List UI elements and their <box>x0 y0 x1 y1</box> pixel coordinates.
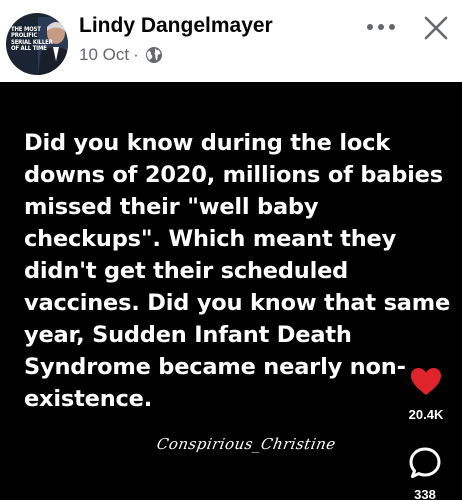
more-options-icon <box>367 24 395 30</box>
signature: Conspirious_Christine <box>155 435 338 453</box>
heart-icon <box>411 368 441 395</box>
post-date[interactable]: 10 Oct <box>79 45 129 65</box>
comment-count: 338 <box>414 487 436 500</box>
like-button[interactable] <box>410 366 442 398</box>
meta-separator: · <box>133 45 139 64</box>
close-button[interactable] <box>418 10 454 46</box>
comment-icon <box>409 447 441 478</box>
like-count: 20.4K <box>408 407 444 422</box>
globe-icon[interactable] <box>145 46 163 64</box>
post-meta: 10 Oct · <box>79 45 163 65</box>
avatar-caption: THE MOST PROLIFIC SERIAL KILLER OF ALL T… <box>11 26 53 53</box>
avatar[interactable]: THE MOST PROLIFIC SERIAL KILLER OF ALL T… <box>6 13 68 75</box>
post-text: Did you know during the lock downs of 20… <box>24 130 451 412</box>
comment-button[interactable] <box>408 446 442 480</box>
author-name[interactable]: Lindy Dangelmayer <box>79 14 273 38</box>
more-options-button[interactable] <box>362 12 400 42</box>
post-header: THE MOST PROLIFIC SERIAL KILLER OF ALL T… <box>0 0 462 82</box>
close-icon <box>424 16 448 40</box>
post-media: Did you know during the lock downs of 20… <box>0 82 462 500</box>
